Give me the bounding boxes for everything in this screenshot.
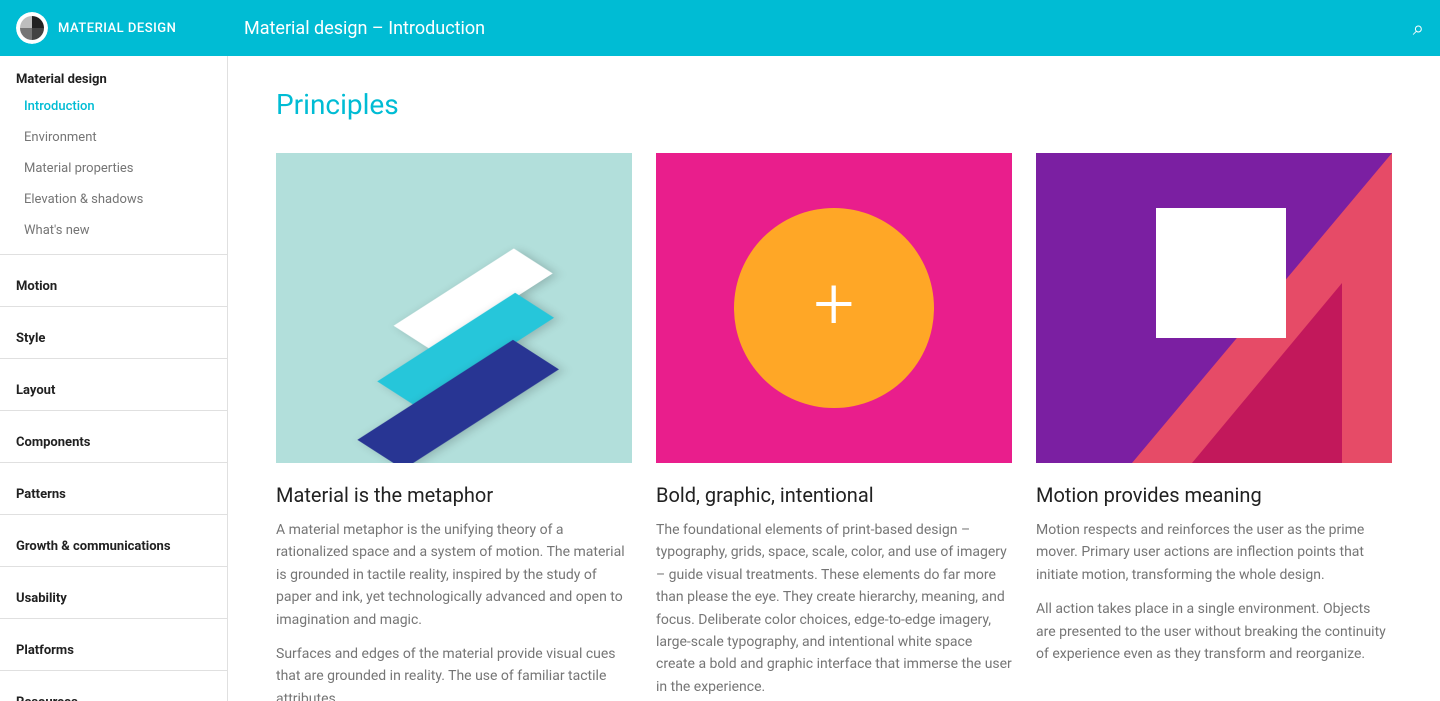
card-motion-image: [1036, 153, 1392, 463]
sidebar-section-usability[interactable]: Usability: [0, 575, 227, 610]
sidebar-section-layout[interactable]: Layout: [0, 367, 227, 402]
page-breadcrumb: Material design – Introduction: [244, 18, 1413, 39]
card-bold-title: Bold, graphic, intentional: [656, 483, 1012, 507]
sidebar-item-introduction[interactable]: Introduction: [0, 91, 227, 122]
search-icon[interactable]: ⌕: [1413, 16, 1424, 40]
sidebar-section-growth-comms[interactable]: Growth & communications: [0, 523, 227, 558]
main-content: Principles Material is the metaphor A: [228, 56, 1440, 701]
sidebar-section-title-material[interactable]: Material design: [0, 56, 227, 91]
sidebar-item-whats-new[interactable]: What's new: [0, 215, 227, 246]
card-motion-desc: Motion respects and reinforces the user …: [1036, 519, 1392, 586]
sidebar: Material design Introduction Environment…: [0, 56, 228, 701]
sidebar-divider-3: [0, 358, 227, 359]
bold-circle-graphic: +: [734, 208, 934, 408]
card-bold-image: +: [656, 153, 1012, 463]
card-metaphor-desc2: Surfaces and edges of the material provi…: [276, 643, 632, 701]
card-bold: + Bold, graphic, intentional The foundat…: [656, 153, 1012, 701]
sidebar-section-material-design: Material design Introduction Environment…: [0, 56, 227, 246]
sidebar-section-patterns[interactable]: Patterns: [0, 471, 227, 506]
card-motion: Motion provides meaning Motion respects …: [1036, 153, 1392, 701]
card-metaphor-desc: A material metaphor is the unifying theo…: [276, 519, 632, 631]
material-design-logo-icon: [16, 12, 48, 44]
card-motion-desc2: All action takes place in a single envir…: [1036, 598, 1392, 665]
card-metaphor-image: [276, 153, 632, 463]
brand-name: MATERIAL DESIGN: [58, 21, 176, 36]
sidebar-divider-4: [0, 410, 227, 411]
sidebar-item-elevation-shadows[interactable]: Elevation & shadows: [0, 184, 227, 215]
layers-graphic: [344, 233, 564, 413]
motion-square-graphic: [1156, 208, 1286, 338]
sidebar-divider-5: [0, 462, 227, 463]
main-layout: Material design Introduction Environment…: [0, 56, 1440, 701]
sidebar-divider-7: [0, 566, 227, 567]
card-metaphor-title: Material is the metaphor: [276, 483, 632, 507]
sidebar-section-components[interactable]: Components: [0, 419, 227, 454]
card-metaphor: Material is the metaphor A material meta…: [276, 153, 632, 701]
sidebar-section-platforms[interactable]: Platforms: [0, 627, 227, 662]
sidebar-divider-6: [0, 514, 227, 515]
plus-icon: +: [814, 268, 855, 340]
card-motion-title: Motion provides meaning: [1036, 483, 1392, 507]
sidebar-item-material-properties[interactable]: Material properties: [0, 153, 227, 184]
top-nav: MATERIAL DESIGN Material design – Introd…: [0, 0, 1440, 56]
card-bold-desc: The foundational elements of print-based…: [656, 519, 1012, 698]
sidebar-section-motion[interactable]: Motion: [0, 263, 227, 298]
sidebar-divider-2: [0, 306, 227, 307]
sidebar-divider-1: [0, 254, 227, 255]
sidebar-section-resources[interactable]: Resources: [0, 679, 227, 701]
sidebar-section-style[interactable]: Style: [0, 315, 227, 350]
sidebar-item-environment[interactable]: Environment: [0, 122, 227, 153]
page-title: Principles: [276, 88, 1392, 121]
sidebar-divider-9: [0, 670, 227, 671]
cards-row: Material is the metaphor A material meta…: [276, 153, 1392, 701]
sidebar-divider-8: [0, 618, 227, 619]
logo-area: MATERIAL DESIGN: [16, 12, 244, 44]
